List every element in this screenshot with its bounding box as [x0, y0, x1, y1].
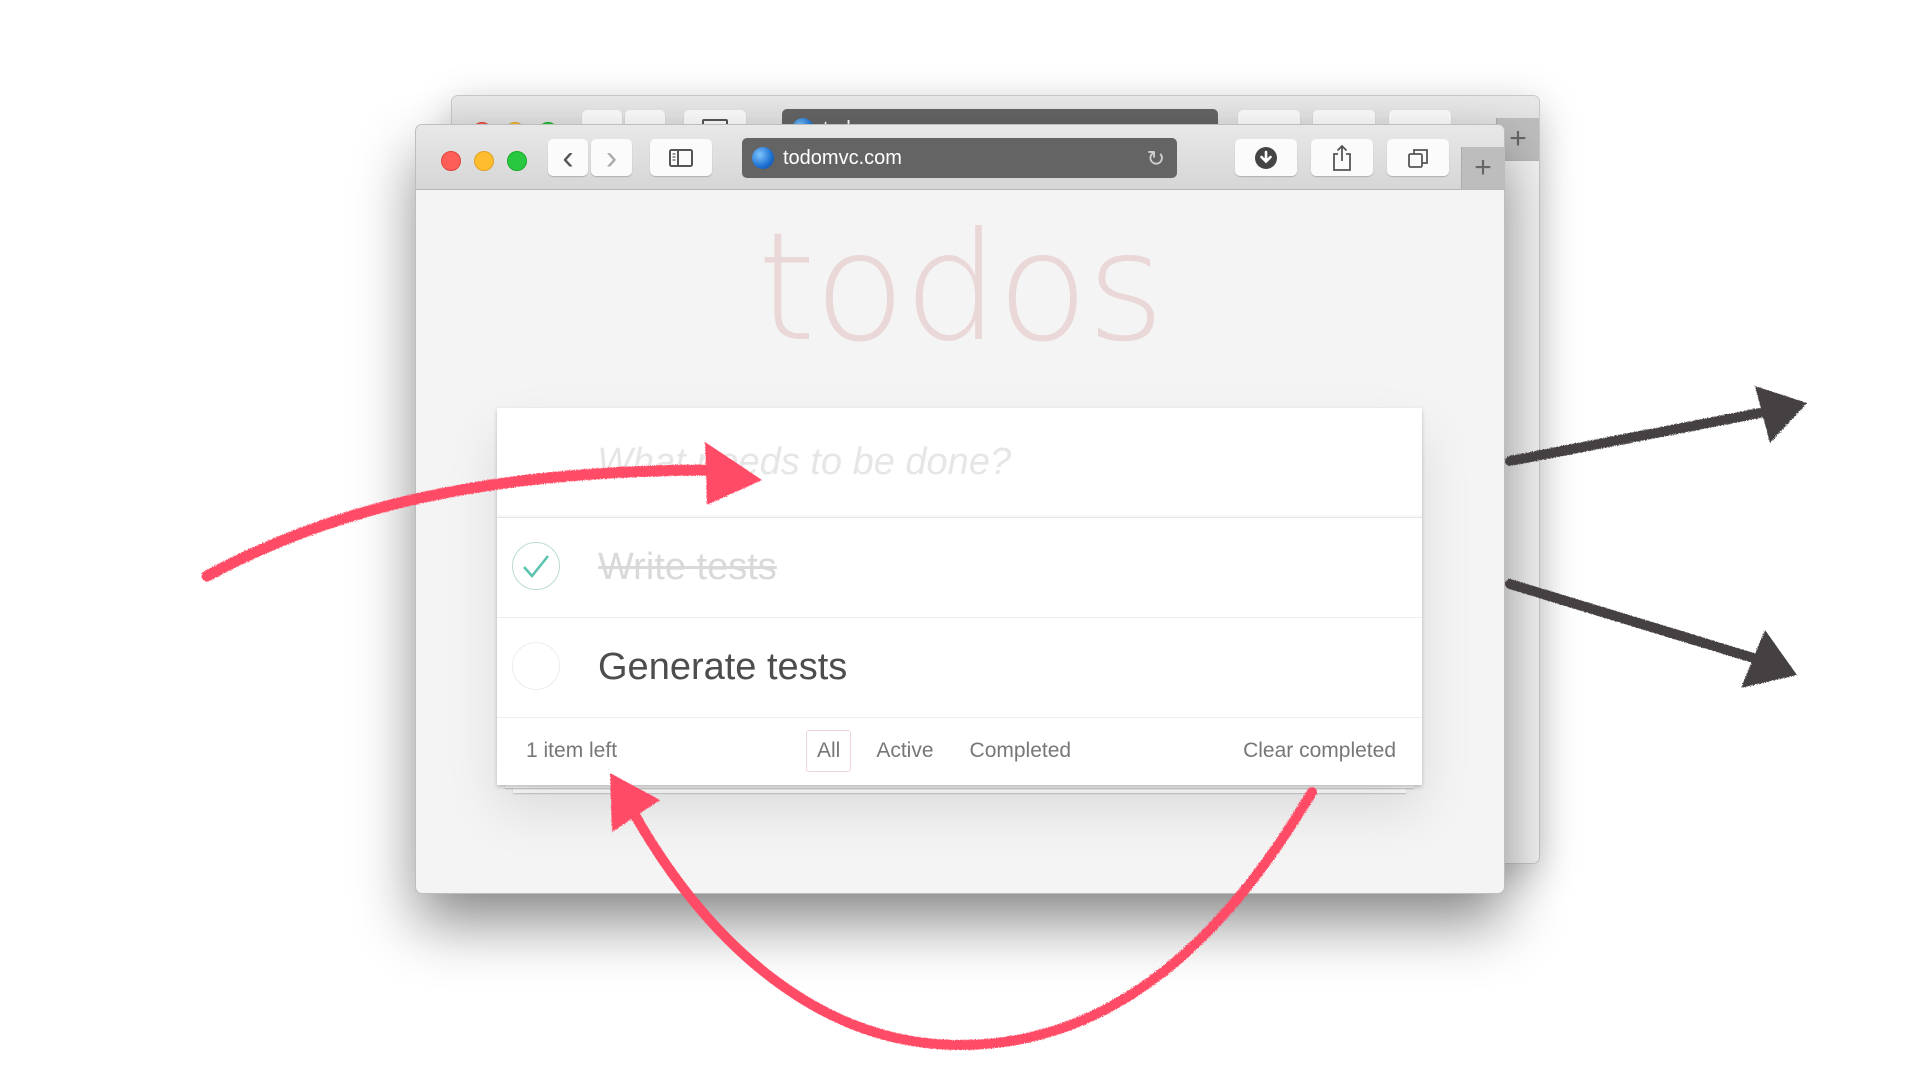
dark-arrowhead-up	[1755, 386, 1807, 443]
dark-arrow-up	[1505, 406, 1775, 466]
red-arrow-to-input	[201, 464, 721, 582]
annotation-overlay	[201, 386, 1807, 1051]
red-arrowhead	[705, 442, 762, 505]
dark-arrow-down	[1505, 579, 1765, 665]
red-arc-arrow	[630, 787, 1317, 1051]
